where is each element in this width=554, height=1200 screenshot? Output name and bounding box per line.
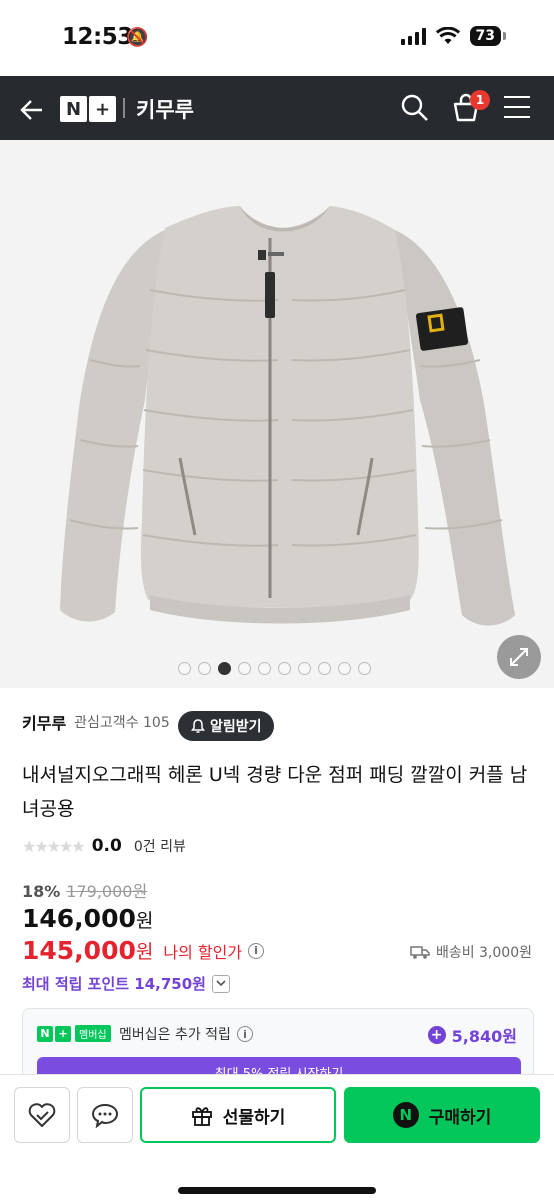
chat-bubble-icon [91,1103,119,1128]
talk-button[interactable] [77,1087,133,1143]
menu-icon[interactable] [504,96,530,118]
my-price-value: 145,000 [22,936,136,965]
gallery-dot[interactable] [178,662,191,675]
expand-icon [510,648,528,666]
alarm-label: 알림받기 [210,719,262,735]
seller-name[interactable]: 키무루 [22,710,66,734]
truck-icon [410,946,430,959]
gallery-dot-active[interactable] [218,662,231,675]
logo-n: N [60,96,87,122]
sale-price-unit: 원 [135,910,154,932]
buy-button[interactable]: N 구매하기 [344,1087,540,1143]
review-count[interactable]: 0건 리뷰 [134,836,186,856]
status-bar: 12:53 🔕 73 [0,0,554,76]
gallery-dot[interactable] [298,662,311,675]
silent-bell-icon: 🔕 [126,27,149,48]
gift-label: 선물하기 [222,1107,286,1128]
store-name[interactable]: 키무루 [136,94,194,124]
product-image [0,140,554,688]
original-price: 179,000원 [66,882,148,901]
sale-price-value: 146,000 [22,904,136,933]
wifi-icon [435,27,460,44]
plus-circle-icon: + [427,1026,446,1044]
membership-points-value: 5,840원 [451,1027,517,1046]
search-icon[interactable] [400,92,430,124]
product-title: 내셔널지오그래픽 헤론 U넥 경량 다운 점퍼 패딩 깔깔이 커플 남녀공용 [22,764,528,820]
bell-plus-icon [191,719,205,733]
gallery-pagination[interactable] [178,662,371,675]
back-arrow-icon[interactable] [20,92,44,129]
signal-icon [400,27,426,45]
my-discount-price: 145,000 원 나의 할인가 i [22,936,265,965]
gift-button[interactable]: 선물하기 [140,1087,336,1143]
rating-row[interactable]: ★★★★★ 0.0 0건 리뷰 [22,836,186,856]
shipping-text: 배송비 3,000원 [435,945,532,961]
chevron-down-icon[interactable] [211,974,230,993]
my-price-unit: 원 [135,941,154,963]
nav-divider [123,98,125,118]
gallery-dot[interactable] [318,662,331,675]
battery-icon: 73 [469,26,501,46]
logo-plus: + [89,96,116,122]
badge-n: N [37,1025,53,1042]
badge-text: 멤버십 [75,1025,111,1042]
wishlist-button[interactable] [14,1087,70,1143]
alarm-subscribe-button[interactable]: 알림받기 [178,711,274,741]
gallery-dot[interactable] [358,662,371,675]
star-rating-icon: ★★★★★ [22,836,86,856]
gift-icon [191,1107,212,1126]
battery-tip [503,32,506,40]
sale-price: 146,000원 [22,904,153,933]
gallery-dot[interactable] [278,662,291,675]
info-icon[interactable]: i [248,942,265,959]
membership-label: 멤버십은 추가 적립 [119,1027,231,1043]
max-points[interactable]: 최대 적립 포인트 14,750원 [22,973,230,994]
max-points-text: 최대 적립 포인트 14,750원 [22,975,206,993]
heart-check-icon [28,1103,56,1127]
membership-label-row: 멤버십은 추가 적립 i [119,1024,253,1044]
bottom-action-bar: 선물하기 N 구매하기 [0,1074,554,1200]
membership-points: + 5,840원 [427,1023,517,1047]
expand-image-button[interactable] [497,635,541,679]
product-image-gallery[interactable] [0,140,554,688]
membership-info-icon[interactable]: i [236,1026,253,1042]
seller-info: 키무루 관심고객수 105 [22,710,170,734]
naver-plus-membership-badge: N + 멤버십 [37,1025,111,1042]
naver-pay-icon: N [392,1102,419,1128]
seller-followers: 관심고객수 105 [74,715,170,731]
naver-plus-logo[interactable]: N + [60,96,118,122]
rating-score: 0.0 [91,836,122,856]
discount-percent: 18% [22,882,61,901]
discount-row: 18% 179,000원 [22,878,147,902]
gallery-dot[interactable] [198,662,211,675]
gallery-dot[interactable] [258,662,271,675]
home-indicator[interactable] [178,1187,376,1194]
buy-label: 구매하기 [428,1107,492,1128]
top-nav: N + 키무루 1 [0,76,554,140]
gallery-dot[interactable] [238,662,251,675]
status-time: 12:53 [62,24,133,50]
my-price-label: 나의 할인가 [163,942,243,962]
cart-count-badge: 1 [470,90,490,110]
shipping-fee: 배송비 3,000원 [410,942,532,962]
gallery-dot[interactable] [338,662,351,675]
badge-plus: + [55,1025,71,1042]
